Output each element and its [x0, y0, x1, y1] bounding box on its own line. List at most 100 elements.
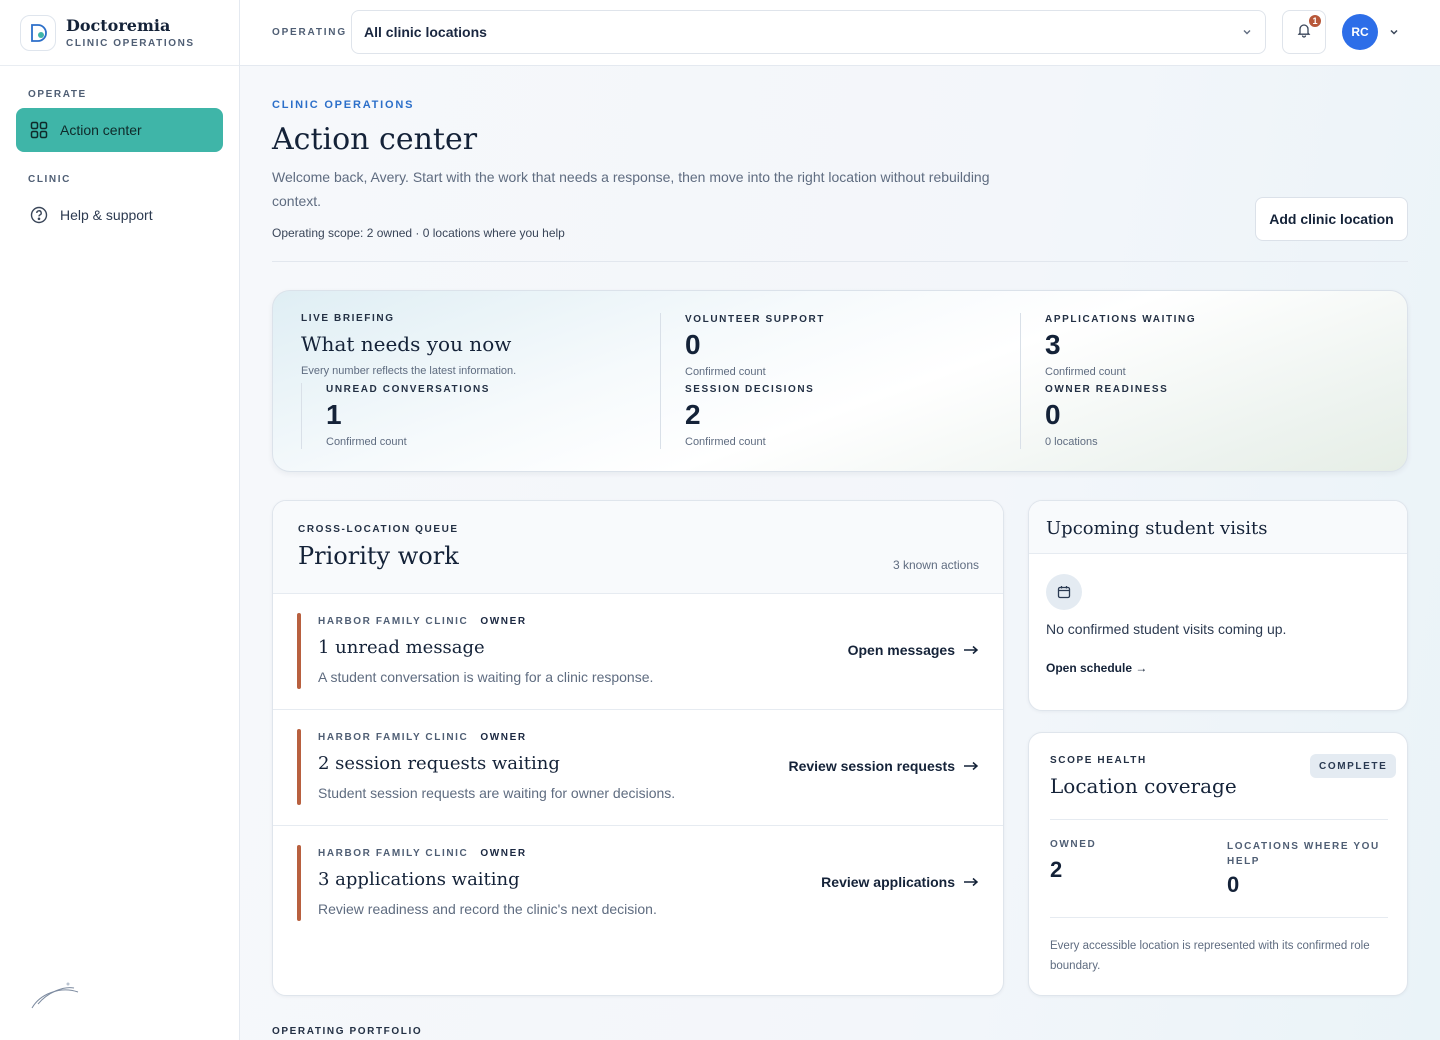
nav-section-clinic: CLINIC [28, 174, 71, 185]
briefing-subtitle: Every number reflects the latest informa… [301, 365, 517, 377]
location-select-value: All clinic locations [364, 24, 487, 40]
action-label: Review session requests [788, 758, 955, 774]
review-session-requests-link[interactable]: Review session requests [788, 758, 979, 774]
metric-note: Confirmed count [326, 436, 407, 448]
page-eyebrow: CLINIC OPERATIONS [272, 99, 415, 111]
priority-title: Priority work [298, 542, 459, 570]
metric-note: Confirmed count [1045, 366, 1126, 378]
metric-divider [1020, 313, 1021, 449]
metric-label: VOLUNTEER SUPPORT [685, 314, 825, 325]
priority-indicator [297, 613, 301, 689]
location-select[interactable]: All clinic locations [351, 10, 1266, 54]
arrow-right-icon [963, 874, 979, 890]
help-circle-icon [30, 206, 48, 224]
metric-divider [301, 383, 302, 449]
coverage-title: Location coverage [1050, 774, 1237, 798]
sidebar-item-label: Help & support [60, 207, 153, 223]
visits-empty-message: No confirmed student visits coming up. [1046, 621, 1287, 637]
notification-count-badge: 1 [1307, 13, 1323, 29]
arrow-right-icon [963, 642, 979, 658]
coverage-divider [1050, 819, 1388, 820]
priority-item-description: Review readiness and record the clinic's… [318, 901, 657, 917]
metric-note: 0 locations [1045, 436, 1098, 448]
calendar-icon [1046, 574, 1082, 610]
welcome-text: Welcome back, Avery. Start with the work… [272, 169, 990, 209]
user-avatar[interactable]: RC [1342, 14, 1378, 50]
coverage-divider [1050, 917, 1388, 918]
action-label: Review applications [821, 874, 955, 890]
metric-value: 1 [326, 399, 342, 430]
portfolio-eyebrow: OPERATING PORTFOLIO [272, 1026, 423, 1037]
arrow-right-icon [963, 758, 979, 774]
brand[interactable]: Doctoremia CLINIC OPERATIONS [0, 0, 239, 66]
metric-value: 2 [685, 399, 701, 430]
brand-subtitle: CLINIC OPERATIONS [66, 38, 195, 49]
nav-section-operate: OPERATE [28, 89, 87, 100]
sidebar: Doctoremia CLINIC OPERATIONS OPERATE Act… [0, 0, 240, 1040]
add-clinic-location-button[interactable]: Add clinic location [1255, 197, 1408, 241]
review-applications-link[interactable]: Review applications [821, 874, 979, 890]
location-coverage-card: SCOPE HEALTH Location coverage COMPLETE … [1028, 732, 1408, 996]
grid-icon [30, 121, 48, 139]
clinic-name: HARBOR FAMILY CLINIC [318, 616, 469, 627]
briefing-title: What needs you now [301, 332, 512, 356]
metric-divider [660, 313, 661, 449]
account-chevron-down-icon[interactable] [1388, 25, 1400, 43]
operating-label: OPERATING [272, 27, 347, 38]
priority-eyebrow: CROSS-LOCATION QUEUE [298, 524, 459, 535]
row-divider [273, 825, 1003, 826]
priority-item-title: 2 session requests waiting [318, 753, 560, 774]
coverage-note: Every accessible location is represented… [1050, 940, 1370, 972]
metric-note: Confirmed count [685, 436, 766, 448]
decorative-swoosh-icon [30, 978, 82, 1015]
metric-label: OWNER READINESS [1045, 384, 1169, 395]
top-bar: OPERATING All clinic locations 1 RC [240, 0, 1440, 66]
sidebar-item-help-support[interactable]: Help & support [16, 193, 223, 237]
visits-title: Upcoming student visits [1046, 518, 1268, 539]
metric-value: 0 [685, 329, 701, 360]
clinic-name: HARBOR FAMILY CLINIC [318, 848, 469, 859]
priority-item-title: 3 applications waiting [318, 869, 520, 890]
priority-work-card: CROSS-LOCATION QUEUE Priority work 3 kno… [272, 500, 1004, 996]
live-briefing-card: LIVE BRIEFING What needs you now Every n… [272, 290, 1408, 472]
chevron-down-icon [1241, 25, 1253, 41]
priority-item-description: Student session requests are waiting for… [318, 785, 676, 801]
priority-count: 3 known actions [892, 558, 979, 572]
role-tag: OWNER [480, 848, 527, 859]
status-badge: COMPLETE [1310, 754, 1397, 778]
metric-label: UNREAD CONVERSATIONS [326, 384, 491, 395]
notifications-button[interactable]: 1 [1282, 10, 1326, 54]
owned-label: OWNED [1050, 839, 1097, 850]
role-tag: OWNER [480, 616, 527, 627]
main-content: CLINIC OPERATIONS Action center Welcome … [240, 66, 1440, 1040]
row-divider [273, 709, 1003, 710]
briefing-eyebrow: LIVE BRIEFING [301, 313, 395, 324]
operating-scope: Operating scope: 2 owned · 0 locations w… [272, 226, 565, 240]
open-schedule-link[interactable]: Open schedule → [1046, 661, 1147, 675]
sidebar-item-action-center[interactable]: Action center [16, 108, 223, 152]
priority-item-description: A student conversation is waiting for a … [318, 669, 654, 685]
sidebar-item-label: Action center [60, 122, 142, 138]
metric-value: 3 [1045, 329, 1061, 360]
priority-indicator [297, 729, 301, 805]
action-label: Open messages [847, 642, 955, 658]
metric-label: APPLICATIONS WAITING [1045, 314, 1197, 325]
clinic-name: HARBOR FAMILY CLINIC [318, 732, 469, 743]
priority-indicator [297, 845, 301, 921]
metric-label: SESSION DECISIONS [685, 384, 815, 395]
help-locations-value: 0 [1227, 872, 1240, 897]
metric-note: Confirmed count [685, 366, 766, 378]
brand-name: Doctoremia [66, 16, 171, 35]
brand-logo-icon [20, 14, 56, 51]
role-tag: OWNER [480, 732, 527, 743]
priority-item-title: 1 unread message [318, 637, 485, 658]
header-divider [272, 261, 1408, 262]
upcoming-visits-card: Upcoming student visits No confirmed stu… [1028, 500, 1408, 711]
page-title: Action center [272, 122, 478, 157]
owned-value: 2 [1050, 857, 1063, 882]
coverage-eyebrow: SCOPE HEALTH [1050, 755, 1147, 766]
help-locations-label: LOCATIONS WHERE YOU HELP [1227, 841, 1380, 867]
row-divider [273, 593, 1003, 594]
open-messages-link[interactable]: Open messages [848, 642, 979, 658]
metric-value: 0 [1045, 399, 1061, 430]
